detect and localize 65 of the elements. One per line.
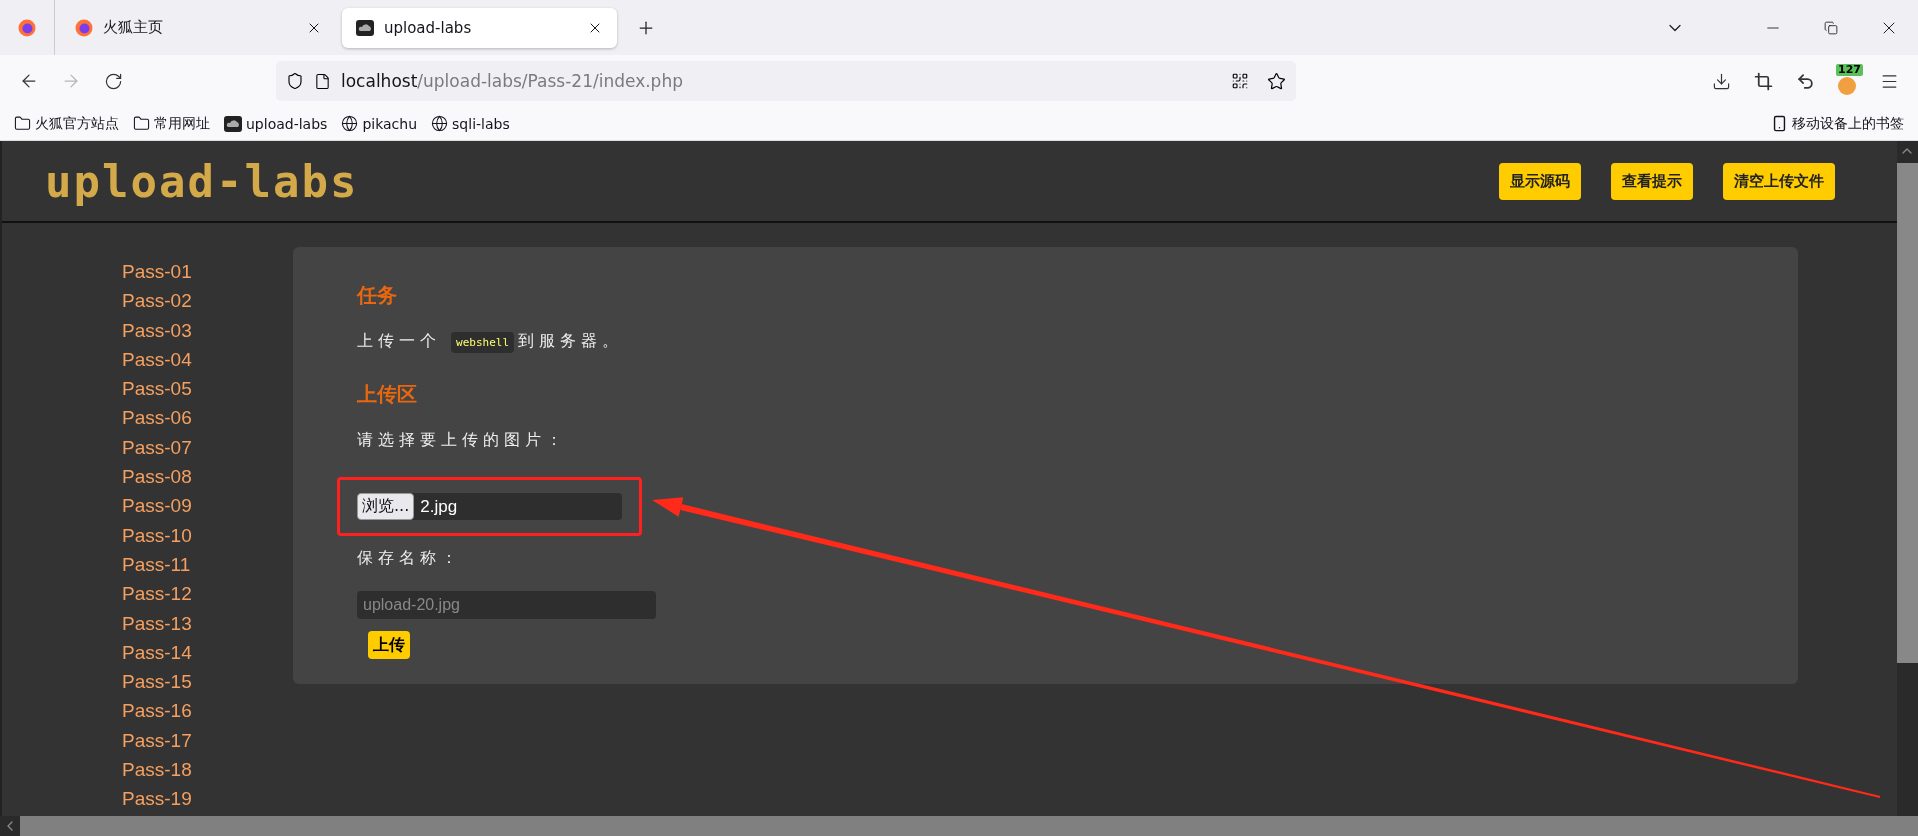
bookmark-item[interactable]: sqli-labs (431, 115, 510, 132)
qr-code-icon[interactable] (1231, 72, 1249, 90)
sidebar-link[interactable]: Pass-03 (122, 315, 192, 345)
restore-icon[interactable] (1824, 20, 1838, 35)
header-button[interactable]: 查看提示 (1611, 162, 1693, 200)
file-name: 2.jpg (420, 496, 458, 517)
site-logo[interactable]: upload-labs (45, 155, 359, 207)
browser-tab[interactable]: 火狐主页 (61, 7, 336, 48)
bookmark-item[interactable]: upload-labs (224, 115, 328, 132)
extension-button[interactable]: 127 (1828, 62, 1866, 100)
section-heading: 任务 (357, 282, 397, 309)
folder-icon (14, 115, 31, 132)
sidebar-link[interactable]: Pass-09 (122, 491, 192, 521)
cloud-icon (224, 115, 242, 132)
folder-icon (133, 115, 150, 132)
sidebar-link[interactable]: Pass-19 (122, 784, 192, 814)
section-heading: 上传区 (357, 381, 417, 408)
count-badge: 127 (1836, 64, 1863, 76)
undo-icon[interactable] (1795, 71, 1815, 91)
sidebar-link[interactable]: Pass-02 (122, 286, 192, 316)
upload-button[interactable]: 上传 (368, 631, 410, 659)
bookmark-item[interactable]: 常用网址 (133, 114, 210, 133)
sidebar-link[interactable]: Pass-01 (122, 257, 192, 287)
browse-button[interactable]: 浏览... (357, 493, 415, 520)
sidebar-link[interactable]: Pass-10 (122, 520, 192, 550)
page-icon (314, 72, 331, 90)
header-button[interactable]: 显示源码 (1499, 162, 1581, 200)
phone-icon (1771, 115, 1788, 132)
sidebar-link[interactable]: Pass-15 (122, 667, 192, 697)
shield-icon (286, 72, 304, 90)
reload-icon[interactable] (103, 71, 123, 91)
sidebar-link[interactable]: Pass-13 (122, 608, 192, 638)
sidebar-link[interactable]: Pass-14 (122, 637, 192, 668)
mobile-bookmarks[interactable]: 移动设备上的书签 (1771, 114, 1904, 133)
sidebar-link[interactable]: Pass-16 (122, 696, 192, 726)
header-button[interactable]: 清空上传文件 (1723, 162, 1835, 200)
cloud-icon (356, 19, 374, 36)
file-input[interactable]: 浏览... 2.jpg (357, 493, 622, 520)
bookmark-item[interactable]: pikachu (341, 115, 418, 132)
task-description: 上传一个 webshell 到服务器。 (357, 331, 624, 352)
field-label: 请选择要上传的图片： (357, 430, 567, 451)
address-bar[interactable]: localhost/upload-labs/Pass-21/index.php (276, 61, 1296, 101)
url-text: localhost/upload-labs/Pass-21/index.php (341, 71, 684, 91)
sidebar-link[interactable]: Pass-06 (122, 403, 192, 433)
save-name-field[interactable]: upload-20.jpg (357, 591, 656, 619)
firefox-icon (18, 18, 36, 37)
sidebar-link[interactable]: Pass-11 (122, 549, 191, 580)
download-icon[interactable] (1711, 71, 1731, 91)
sidebar-link[interactable]: Pass-05 (122, 374, 192, 404)
firefox-icon (75, 18, 93, 37)
sidebar-link[interactable]: Pass-12 (122, 579, 192, 609)
sidebar-link[interactable]: Pass-07 (122, 432, 192, 463)
sidebar-link[interactable]: Pass-17 (122, 725, 192, 756)
bookmark-star-icon[interactable] (1267, 71, 1286, 91)
scrollbar-thumb[interactable] (1897, 163, 1918, 663)
globe-icon (431, 115, 449, 132)
code-snippet: webshell (451, 332, 515, 353)
bookmark-item[interactable]: 火狐官方站点 (14, 114, 119, 133)
sidebar-link[interactable]: Pass-08 (122, 462, 192, 492)
sidebar-link[interactable]: Pass-04 (122, 344, 192, 375)
field-label: 保存名称： (357, 548, 462, 569)
globe-icon (341, 115, 359, 132)
sidebar-link[interactable]: Pass-18 (122, 755, 192, 785)
crop-icon[interactable] (1753, 71, 1773, 91)
browser-tab[interactable]: upload-labs (342, 7, 617, 48)
